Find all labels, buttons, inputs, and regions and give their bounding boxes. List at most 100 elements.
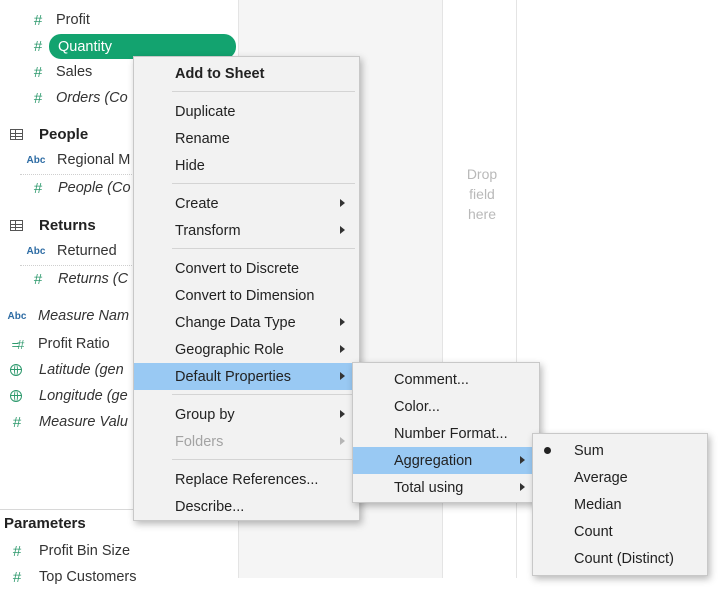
submenu-arrow-icon bbox=[340, 318, 345, 326]
submenu-arrow-icon bbox=[340, 410, 345, 418]
field-label: Top Customers bbox=[39, 569, 137, 585]
menu-item-label: Geographic Role bbox=[175, 341, 284, 358]
field-label: People (Co bbox=[58, 180, 131, 196]
menu-item-label: Group by bbox=[175, 406, 235, 423]
field-label: Profit Ratio bbox=[38, 336, 110, 352]
menu-separator bbox=[172, 459, 355, 460]
field-sales[interactable]: # Sales bbox=[28, 60, 92, 84]
measure-hash-icon: # bbox=[12, 542, 22, 560]
param-profit-bin-size[interactable]: # Profit Bin Size bbox=[7, 539, 130, 563]
menu-hide[interactable]: Hide bbox=[134, 152, 359, 179]
field-measure-values[interactable]: # Measure Valu bbox=[7, 410, 128, 434]
menu-item-label: Total using bbox=[394, 479, 464, 496]
menu-agg-count-distinct[interactable]: Count (Distinct) bbox=[533, 545, 707, 572]
measure-hash-icon: # bbox=[33, 89, 43, 107]
menu-number-format[interactable]: Number Format... bbox=[353, 420, 539, 447]
menu-item-label: Count bbox=[574, 523, 613, 540]
menu-convert-to-discrete[interactable]: Convert to Discrete bbox=[134, 255, 359, 282]
menu-item-label: Create bbox=[175, 195, 219, 212]
menu-item-label: Median bbox=[574, 496, 622, 513]
menu-add-to-sheet[interactable]: Add to Sheet bbox=[134, 60, 359, 87]
menu-agg-sum[interactable]: Sum bbox=[533, 437, 707, 464]
menu-separator bbox=[172, 91, 355, 92]
menu-create[interactable]: Create bbox=[134, 190, 359, 217]
menu-folders: Folders bbox=[134, 428, 359, 455]
menu-convert-to-dimension[interactable]: Convert to Dimension bbox=[134, 282, 359, 309]
group-returns[interactable]: Returns bbox=[10, 213, 96, 237]
menu-replace-references[interactable]: Replace References... bbox=[134, 466, 359, 493]
menu-separator bbox=[172, 248, 355, 249]
menu-geographic-role[interactable]: Geographic Role bbox=[134, 336, 359, 363]
field-profit[interactable]: # Profit bbox=[28, 8, 90, 32]
submenu-arrow-icon bbox=[340, 199, 345, 207]
menu-item-label: Describe... bbox=[175, 498, 245, 515]
menu-agg-average[interactable]: Average bbox=[533, 464, 707, 491]
measure-hash-icon: # bbox=[33, 63, 43, 81]
measure-hash-icon: # bbox=[12, 413, 22, 431]
selected-bullet-icon bbox=[544, 447, 551, 454]
globe-icon bbox=[10, 390, 22, 402]
field-label: Measure Valu bbox=[39, 414, 128, 430]
field-label: Returns (C bbox=[58, 271, 129, 287]
menu-item-label: Convert to Dimension bbox=[175, 287, 315, 304]
menu-aggregation[interactable]: Aggregation bbox=[353, 447, 539, 474]
field-profit-ratio[interactable]: =# Profit Ratio bbox=[6, 332, 110, 356]
menu-agg-count[interactable]: Count bbox=[533, 518, 707, 545]
menu-change-data-type[interactable]: Change Data Type bbox=[134, 309, 359, 336]
menu-item-label: Hide bbox=[175, 157, 205, 174]
menu-duplicate[interactable]: Duplicate bbox=[134, 98, 359, 125]
field-people-count[interactable]: # People (Co bbox=[28, 176, 131, 200]
calculated-field-icon: =# bbox=[11, 336, 25, 352]
group-people[interactable]: People bbox=[10, 122, 88, 146]
menu-rename[interactable]: Rename bbox=[134, 125, 359, 152]
measure-hash-icon: # bbox=[33, 11, 43, 29]
parameters-header: Parameters bbox=[4, 511, 86, 535]
abc-string-icon: Abc bbox=[26, 154, 46, 166]
menu-item-label: Sum bbox=[574, 442, 604, 459]
submenu-arrow-icon bbox=[340, 437, 345, 445]
menu-comment[interactable]: Comment... bbox=[353, 366, 539, 393]
field-orders-count[interactable]: # Orders (Co bbox=[28, 86, 128, 110]
menu-separator bbox=[172, 394, 355, 395]
menu-item-label: Rename bbox=[175, 130, 230, 147]
menu-color[interactable]: Color... bbox=[353, 393, 539, 420]
menu-group-by[interactable]: Group by bbox=[134, 401, 359, 428]
group-label: Returns bbox=[39, 216, 96, 234]
menu-item-label: Aggregation bbox=[394, 452, 473, 469]
submenu-arrow-icon bbox=[340, 345, 345, 353]
menu-transform[interactable]: Transform bbox=[134, 217, 359, 244]
submenu-arrow-icon bbox=[520, 456, 525, 464]
field-latitude[interactable]: Latitude (gen bbox=[10, 358, 124, 382]
menu-item-label: Convert to Discrete bbox=[175, 260, 300, 277]
field-context-menu: Add to Sheet Duplicate Rename Hide Creat… bbox=[133, 56, 360, 521]
field-label: Returned bbox=[57, 243, 117, 259]
field-regional-manager[interactable]: Abc Regional M bbox=[24, 148, 131, 172]
menu-item-label: Color... bbox=[394, 398, 440, 415]
field-quantity-label: Quantity bbox=[58, 39, 112, 55]
param-top-customers[interactable]: # Top Customers bbox=[7, 565, 137, 589]
menu-describe[interactable]: Describe... bbox=[134, 493, 359, 520]
menu-default-properties[interactable]: Default Properties bbox=[134, 363, 359, 390]
submenu-arrow-icon bbox=[340, 372, 345, 380]
field-label: Orders (Co bbox=[56, 90, 128, 106]
menu-item-label: Replace References... bbox=[175, 471, 319, 488]
field-returned[interactable]: Abc Returned bbox=[24, 239, 117, 263]
field-longitude[interactable]: Longitude (ge bbox=[10, 384, 128, 408]
field-returns-count[interactable]: # Returns (C bbox=[28, 267, 128, 291]
abc-string-icon: Abc bbox=[7, 310, 27, 322]
menu-total-using[interactable]: Total using bbox=[353, 474, 539, 501]
field-label: Profit bbox=[56, 12, 90, 28]
aggregation-submenu: Sum Average Median Count Count (Distinct… bbox=[532, 433, 708, 576]
table-icon bbox=[10, 128, 23, 140]
field-label: Longitude (ge bbox=[39, 388, 128, 404]
menu-agg-median[interactable]: Median bbox=[533, 491, 707, 518]
default-properties-submenu: Comment... Color... Number Format... Agg… bbox=[352, 362, 540, 503]
table-icon bbox=[10, 219, 23, 231]
group-label: People bbox=[39, 125, 89, 143]
field-label: Latitude (gen bbox=[39, 362, 124, 378]
menu-item-label: Number Format... bbox=[394, 425, 508, 442]
field-label: Profit Bin Size bbox=[39, 543, 131, 559]
menu-item-label: Count (Distinct) bbox=[574, 550, 674, 567]
field-measure-names[interactable]: Abc Measure Nam bbox=[5, 304, 130, 328]
parameters-title: Parameters bbox=[4, 514, 86, 532]
